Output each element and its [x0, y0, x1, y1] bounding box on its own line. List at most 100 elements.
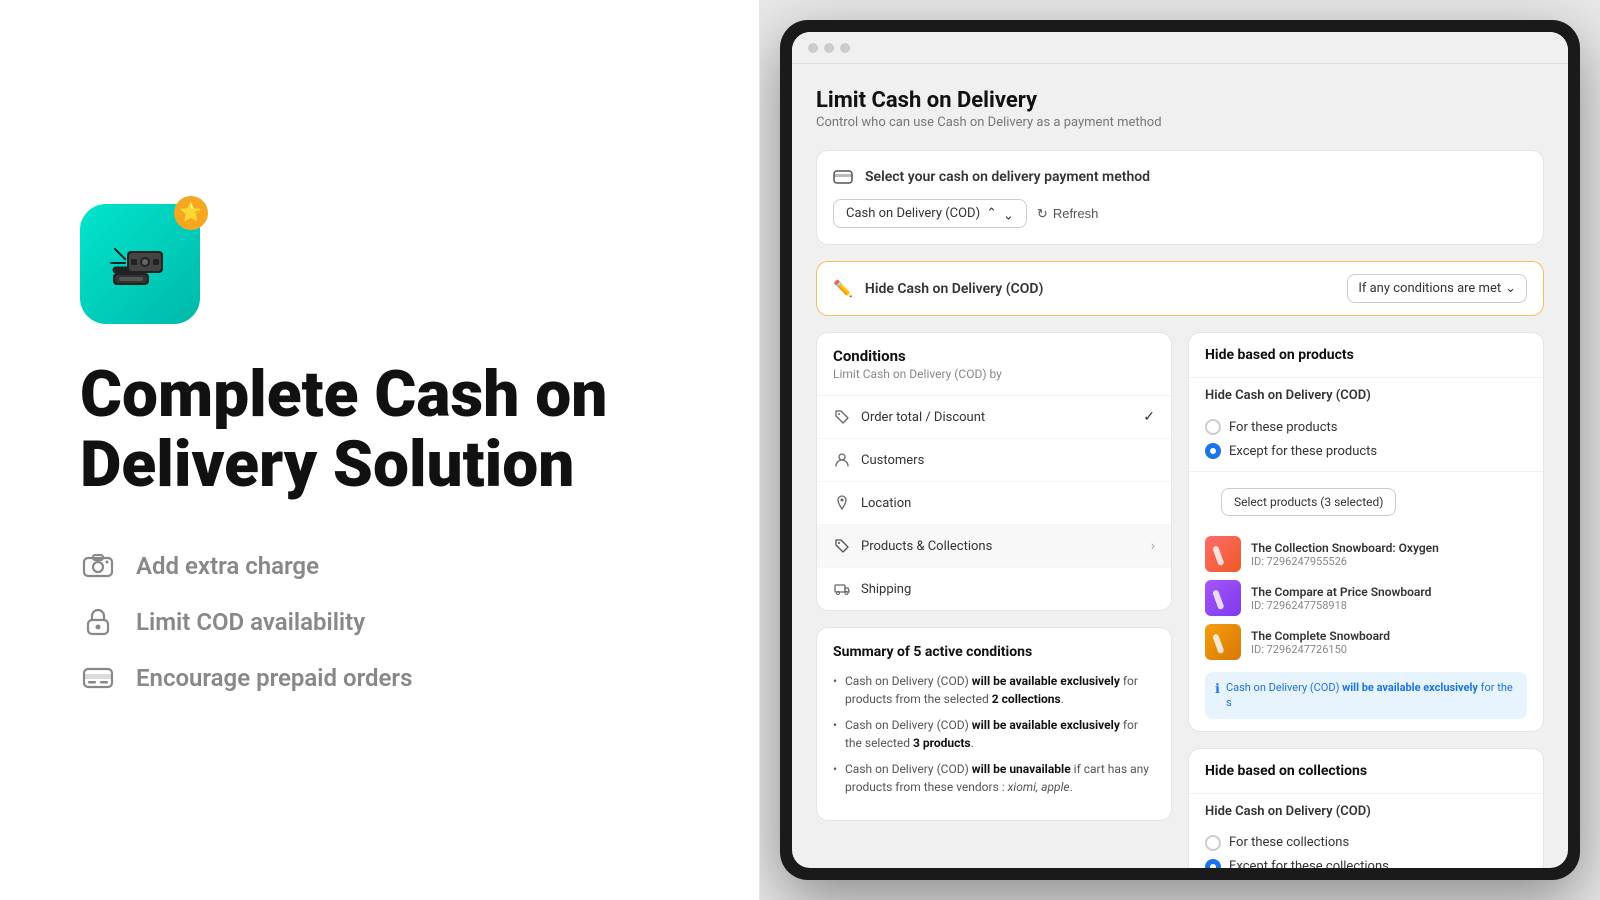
- conditions-title: Conditions: [833, 347, 1155, 365]
- lock-icon: [80, 604, 116, 640]
- products-panel: Hide based on products Hide Cash on Deli…: [1188, 332, 1544, 732]
- payment-section-label: Select your cash on delivery payment met…: [865, 169, 1150, 185]
- info-notice-text: Cash on Delivery (COD) will be available…: [1226, 680, 1517, 711]
- products-icon: [833, 537, 851, 555]
- page-subtitle: Control who can use Cash on Delivery as …: [816, 115, 1544, 130]
- arrow-right-icon: ›: [1151, 538, 1155, 554]
- radio-except-products[interactable]: Except for these products: [1205, 443, 1527, 459]
- condition-dropdown[interactable]: If any conditions are met ⌄: [1347, 274, 1527, 303]
- product-id-3: ID: 7296247726150: [1251, 643, 1390, 656]
- condition-products-label: Products & Collections: [861, 539, 1141, 554]
- condition-order-total[interactable]: Order total / Discount ✓: [817, 396, 1171, 439]
- product-thumb-1: [1205, 536, 1241, 572]
- radio-for-products-circle: [1205, 419, 1221, 435]
- product-name-3: The Complete Snowboard: [1251, 629, 1390, 643]
- chevron-down-icon: ⌄: [1505, 281, 1516, 296]
- feature-prepaid: Encourage prepaid orders: [80, 660, 679, 696]
- chevron-icon: ⌃: [986, 206, 997, 221]
- condition-order-total-label: Order total / Discount: [861, 410, 1133, 425]
- conditions-panel: Conditions Limit Cash on Delivery (COD) …: [816, 332, 1172, 611]
- products-radio-group: For these products Except for these prod…: [1189, 407, 1543, 472]
- radio-except-products-circle: [1205, 443, 1221, 459]
- right-col: Hide based on products Hide Cash on Deli…: [1188, 332, 1544, 868]
- product-id-2: ID: 7296247758918: [1251, 599, 1431, 612]
- product-thumb-2: [1205, 580, 1241, 616]
- main-title: Complete Cash on Delivery Solution: [80, 360, 679, 501]
- check-icon: ✓: [1143, 409, 1155, 425]
- main-content: Conditions Limit Cash on Delivery (COD) …: [816, 332, 1544, 868]
- hide-rule-label: Hide Cash on Delivery (COD): [865, 281, 1335, 297]
- summary-item-3: Cash on Delivery (COD) will be unavailab…: [833, 760, 1155, 796]
- payment-method-icon: [833, 167, 853, 187]
- product-item-2: The Compare at Price Snowboard ID: 72962…: [1205, 580, 1527, 616]
- radio-except-products-label: Except for these products: [1229, 444, 1377, 459]
- condition-location[interactable]: Location: [817, 482, 1171, 525]
- condition-customers[interactable]: Customers: [817, 439, 1171, 482]
- collections-cod-label: Hide Cash on Delivery (COD): [1189, 794, 1543, 823]
- feature-prepaid-label: Encourage prepaid orders: [136, 664, 412, 692]
- chevron-down-icon: ⌃: [1003, 206, 1014, 221]
- condition-shipping[interactable]: Shipping: [817, 568, 1171, 610]
- features-list: Add extra charge Limit COD availability: [80, 548, 679, 696]
- tag-icon: [833, 408, 851, 426]
- products-panel-title: Hide based on products: [1205, 347, 1527, 363]
- radio-except-collections-circle: [1205, 859, 1221, 868]
- condition-products-collections[interactable]: Products & Collections ›: [817, 525, 1171, 568]
- product-item-3: The Complete Snowboard ID: 7296247726150: [1205, 624, 1527, 660]
- summary-item-1: Cash on Delivery (COD) will be available…: [833, 672, 1155, 708]
- payment-method-card: Select your cash on delivery payment met…: [816, 150, 1544, 245]
- product-info-2: The Compare at Price Snowboard ID: 72962…: [1251, 585, 1431, 612]
- pencil-icon: ✏️: [833, 279, 853, 298]
- truck-icon: [833, 580, 851, 598]
- condition-shipping-label: Shipping: [861, 582, 1155, 597]
- tablet-frame: Limit Cash on Delivery Control who can u…: [780, 20, 1580, 880]
- products-panel-header: Hide based on products: [1189, 333, 1543, 378]
- product-info-3: The Complete Snowboard ID: 7296247726150: [1251, 629, 1390, 656]
- collections-panel: Hide based on collections Hide Cash on D…: [1188, 748, 1544, 868]
- collections-panel-header: Hide based on collections: [1189, 749, 1543, 794]
- product-info-1: The Collection Snowboard: Oxygen ID: 729…: [1251, 541, 1439, 568]
- product-item-1: The Collection Snowboard: Oxygen ID: 729…: [1205, 536, 1527, 572]
- collections-radio-group: For these collections Except for these c…: [1189, 823, 1543, 868]
- product-name-2: The Compare at Price Snowboard: [1251, 585, 1431, 599]
- summary-title: Summary of 5 active conditions: [833, 644, 1155, 660]
- camera-icon: [80, 548, 116, 584]
- radio-except-collections-label: Except for these collections: [1229, 859, 1389, 868]
- product-id-1: ID: 7296247955526: [1251, 555, 1439, 568]
- product-list: The Collection Snowboard: Oxygen ID: 729…: [1189, 536, 1543, 672]
- tablet-content[interactable]: Limit Cash on Delivery Control who can u…: [792, 64, 1568, 868]
- summary-item-2: Cash on Delivery (COD) will be available…: [833, 716, 1155, 752]
- radio-except-collections[interactable]: Except for these collections: [1205, 859, 1527, 868]
- left-panel: ⭐ Complete Cash on Delivery Solution Add…: [0, 0, 760, 900]
- info-notice: ℹ Cash on Delivery (COD) will be availab…: [1205, 672, 1527, 719]
- product-thumb-3: [1205, 624, 1241, 660]
- radio-for-products-label: For these products: [1229, 420, 1338, 435]
- radio-for-collections-label: For these collections: [1229, 835, 1349, 850]
- feature-add-charge-label: Add extra charge: [136, 552, 319, 580]
- conditions-subtitle: Limit Cash on Delivery (COD) by: [833, 367, 1155, 381]
- location-pin-icon: [833, 494, 851, 512]
- select-products-button[interactable]: Select products (3 selected): [1221, 488, 1396, 516]
- payment-method-row: Select your cash on delivery payment met…: [833, 167, 1527, 187]
- page-title: Limit Cash on Delivery: [816, 88, 1544, 113]
- tablet-screen: Limit Cash on Delivery Control who can u…: [792, 32, 1568, 868]
- product-name-1: The Collection Snowboard: Oxygen: [1251, 541, 1439, 555]
- star-badge: ⭐: [174, 196, 208, 230]
- info-icon: ℹ: [1215, 681, 1220, 699]
- radio-for-products[interactable]: For these products: [1205, 419, 1527, 435]
- radio-for-collections[interactable]: For these collections: [1205, 835, 1527, 851]
- right-panel: Limit Cash on Delivery Control who can u…: [760, 0, 1600, 900]
- page-header: Limit Cash on Delivery Control who can u…: [816, 88, 1544, 130]
- radio-for-collections-circle: [1205, 835, 1221, 851]
- collections-panel-title: Hide based on collections: [1205, 763, 1527, 779]
- feature-limit-cod-label: Limit COD availability: [136, 608, 365, 636]
- feature-add-charge: Add extra charge: [80, 548, 679, 584]
- conditions-header: Conditions Limit Cash on Delivery (COD) …: [817, 333, 1171, 396]
- refresh-button[interactable]: ↻ Refresh: [1037, 206, 1098, 222]
- tablet-topbar: [792, 32, 1568, 64]
- condition-customers-label: Customers: [861, 453, 1155, 468]
- card-icon: [80, 660, 116, 696]
- payment-select[interactable]: Cash on Delivery (COD) ⌃ ⌃: [833, 199, 1027, 228]
- refresh-icon: ↻: [1037, 206, 1048, 222]
- hide-rule-card: ✏️ Hide Cash on Delivery (COD) If any co…: [816, 261, 1544, 316]
